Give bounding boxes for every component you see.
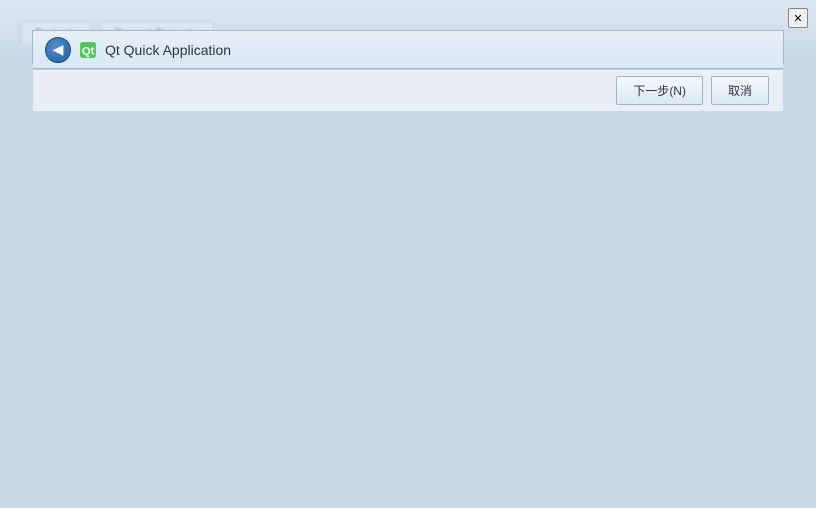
title-bar-area: Projects Recent Projects ✕ ◀ Qt Qt Quick… (0, 0, 816, 64)
qt-logo-icon: Qt (79, 41, 97, 59)
cancel-button[interactable]: 取消 (711, 76, 769, 105)
next-button[interactable]: 下一步(N) (616, 76, 703, 105)
dialog-footer: 下一步(N) 取消 (33, 69, 783, 111)
back-button[interactable]: ◀ (45, 37, 71, 63)
window-close-button[interactable]: ✕ (788, 8, 808, 28)
dialog-titlebar: ◀ Qt Qt Quick Application (33, 31, 783, 69)
dialog-title: Qt Quick Application (105, 42, 231, 58)
svg-text:Qt: Qt (82, 45, 95, 57)
